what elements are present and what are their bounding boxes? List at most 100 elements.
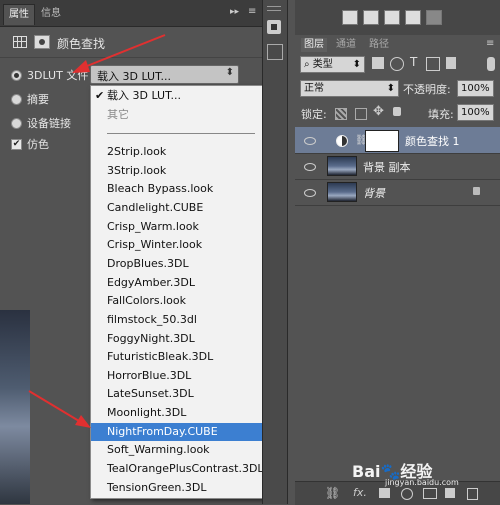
grip-icon[interactable] [267, 6, 281, 11]
layer-mask-thumbnail[interactable] [365, 130, 399, 152]
fill-input[interactable]: 100% [457, 104, 494, 121]
adjustment-icon-2[interactable] [363, 10, 379, 25]
visibility-eye-icon[interactable] [304, 137, 316, 145]
filter-adjustment-icon[interactable] [390, 57, 404, 71]
blend-mode-select[interactable]: 正常 ⬍ [300, 80, 399, 97]
tab-info[interactable]: 信息 [36, 4, 66, 24]
fx-icon[interactable]: fx. [353, 486, 367, 499]
lut-preset-item[interactable]: FoggyNight.3DL [91, 330, 262, 348]
lut-preset-item[interactable]: Bleach Bypass.look [91, 180, 262, 198]
checkbox-dither[interactable]: ✔ [11, 139, 22, 150]
lut-preset-item[interactable]: NightFromDay.CUBE [91, 422, 262, 441]
annotation-arrow-bottom [28, 390, 91, 428]
lut-preset-item[interactable]: DropBlues.3DL [91, 255, 262, 273]
tab-properties[interactable]: 属性 [3, 4, 35, 25]
collapse-icon[interactable]: ▸▸ [230, 7, 239, 17]
menu-separator [107, 133, 255, 134]
lut-preset-label: FallColors.look [107, 294, 187, 308]
mask-icon[interactable] [34, 35, 50, 49]
visibility-eye-icon[interactable] [304, 189, 316, 197]
lut-preset-item[interactable]: Crisp_Warm.look [91, 218, 262, 236]
lut-preset-label: Soft_Warming.look [107, 443, 210, 457]
filter-smart-icon[interactable] [446, 57, 456, 69]
layer-thumbnail [327, 156, 357, 176]
lock-all-icon[interactable] [393, 107, 401, 116]
tab-channels[interactable]: 通道 [333, 38, 359, 52]
lut-preset-label: HorrorBlue.3DL [107, 368, 192, 382]
visibility-eye-icon[interactable] [304, 163, 316, 171]
layer-name[interactable]: 颜色查找 1 [405, 133, 460, 149]
menu-item-other[interactable]: 其它 [91, 106, 262, 124]
tab-paths[interactable]: 路径 [366, 38, 392, 52]
lut-preset-label: filmstock_50.3dl [107, 312, 197, 326]
menu-item-load-3dlut[interactable]: ✔ 载入 3D LUT... [91, 87, 262, 105]
lut-preset-item[interactable]: FallColors.look [91, 292, 262, 310]
lut-preset-item[interactable]: TensionGreen.3DL [91, 479, 262, 497]
radio-abstract[interactable] [11, 94, 22, 105]
lut-preset-label: TealOrangePlusContrast.3DL [107, 462, 264, 476]
layers-panel [295, 0, 500, 504]
tab-layers[interactable]: 图层 [301, 38, 327, 52]
checkmark-icon: ✔ [95, 89, 105, 102]
lut-preset-label: DropBlues.3DL [107, 256, 189, 270]
lut-preset-label: FoggyNight.3DL [107, 331, 195, 345]
3d-panel-icon[interactable] [267, 20, 281, 34]
properties-panel-icon[interactable] [267, 44, 283, 60]
lut-preset-item[interactable]: TealOrangePlusContrast.3DL [91, 460, 264, 478]
layer-row-background-copy[interactable]: 背景 副本 [295, 153, 500, 180]
lut-preset-item[interactable]: 3Strip.look [91, 162, 262, 180]
radio-device-link[interactable] [11, 118, 22, 129]
lut-preset-item[interactable]: filmstock_50.3dl [91, 311, 262, 329]
lut-preset-label: TensionGreen.3DL [107, 480, 207, 494]
adjustment-icon-3[interactable] [384, 10, 400, 25]
adjustment-icon-4[interactable] [405, 10, 421, 25]
menu-item-label: 载入 3D LUT... [107, 89, 181, 102]
lut-preset-item[interactable]: Moonlight.3DL [91, 404, 262, 422]
lut-preset-item[interactable]: FuturisticBleak.3DL [91, 348, 262, 366]
collapsed-panel-strip [262, 0, 288, 504]
lut-preset-item[interactable]: LateSunset.3DL [91, 385, 262, 403]
lut-preset-label: EdgyAmber.3DL [107, 275, 196, 289]
lut-preset-label: 3Strip.look [107, 163, 167, 177]
lut-preset-item[interactable]: Candlelight.CUBE [91, 199, 262, 217]
layer-name[interactable]: 背景 副本 [363, 159, 411, 175]
adjustment-icon-5[interactable] [426, 10, 442, 25]
adjustment-icon-1[interactable] [342, 10, 358, 25]
label-device-link: 设备链接 [27, 117, 71, 130]
filter-pixel-icon[interactable] [372, 57, 384, 69]
lock-label: 锁定: [301, 108, 327, 121]
lut-preset-item[interactable]: Soft_Warming.look [91, 441, 262, 459]
layer-row-color-lookup[interactable]: ⛓ 颜色查找 1 [295, 127, 500, 154]
opacity-label: 不透明度: [403, 83, 451, 96]
label-abstract: 摘要 [27, 93, 49, 106]
lock-position-icon[interactable]: ✥ [373, 104, 384, 119]
lut-preset-item[interactable]: Crisp_Winter.look [91, 236, 262, 254]
trash-icon[interactable] [467, 488, 478, 500]
lock-transparent-icon[interactable] [335, 108, 347, 120]
layer-row-background[interactable]: 背景 [295, 179, 500, 206]
lut-preset-item[interactable]: HorrorBlue.3DL [91, 367, 262, 385]
annotation-arrow-top [72, 34, 166, 73]
new-layer-icon[interactable] [445, 488, 455, 498]
lut-dropdown-menu: ✔ 载入 3D LUT... 其它 2Strip.look 3Strip.look… [90, 85, 264, 499]
opacity-input[interactable]: 100% [457, 80, 494, 97]
radio-3dlut-file[interactable] [11, 70, 22, 81]
panel-menu-icon[interactable]: ≡ [248, 6, 256, 17]
new-group-icon[interactable] [423, 488, 437, 499]
lock-pixels-icon[interactable] [355, 108, 367, 120]
new-adjustment-icon[interactable] [401, 488, 413, 500]
lut-preset-label: Moonlight.3DL [107, 406, 187, 420]
link-layers-icon[interactable]: ⛓ [325, 486, 340, 500]
layer-name[interactable]: 背景 [363, 185, 385, 201]
filter-toggle[interactable] [487, 57, 495, 71]
filter-shape-icon[interactable] [426, 57, 440, 71]
chevron-down-icon: ⬍ [352, 59, 361, 70]
filter-kind: 类型 [312, 59, 333, 70]
lut-preset-item[interactable]: 2Strip.look [91, 143, 262, 161]
select-arrow-icon: ⬍ [225, 67, 234, 78]
lut-preset-item[interactable]: EdgyAmber.3DL [91, 274, 262, 292]
layers-menu-icon[interactable]: ≡ [486, 38, 494, 49]
layer-filter-select[interactable]: ⌕ 类型 ⬍ [300, 56, 365, 73]
add-mask-icon[interactable] [379, 488, 390, 498]
filter-type-icon[interactable]: T [410, 55, 417, 69]
